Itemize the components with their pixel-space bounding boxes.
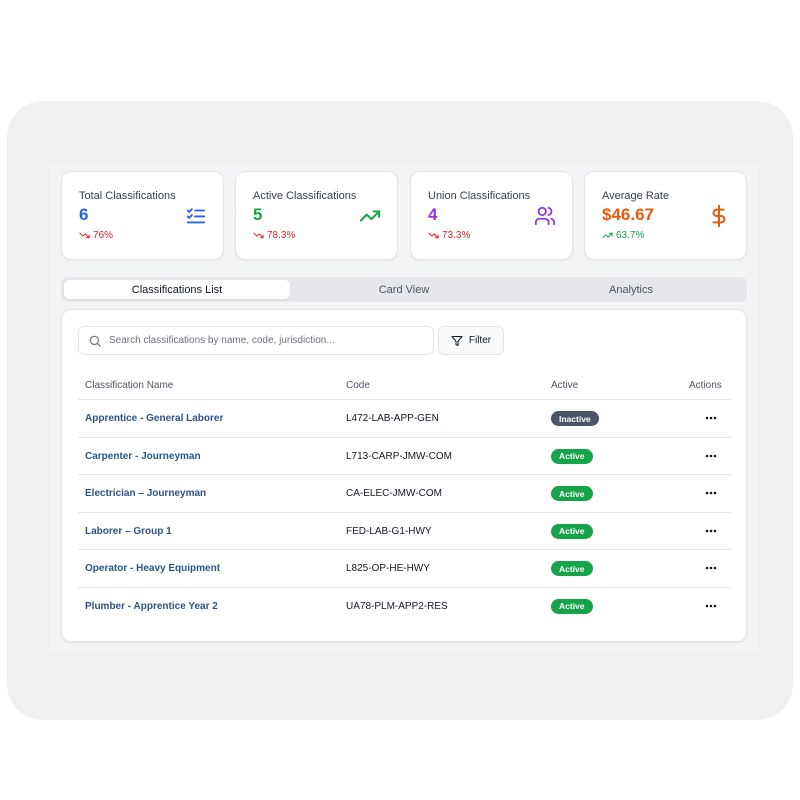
classification-name-link[interactable]: Apprentice - General Laborer — [85, 413, 223, 424]
status-badge: Active — [551, 561, 593, 577]
stat-trend-value: 73.3% — [442, 230, 471, 241]
trending-down-icon — [253, 230, 264, 241]
tab-card-view[interactable]: Card View — [291, 280, 517, 299]
table-row: Laborer – Group 1 FED-LAB-G1-HWY Active — [78, 513, 731, 551]
stats-row: Total Classifications 6 76% Active Class… — [61, 171, 747, 260]
more-horizontal-icon — [705, 604, 717, 608]
search-box — [78, 326, 434, 355]
table-row: Carpenter - Journeyman L713-CARP-JMW-COM… — [78, 438, 731, 476]
checklist-icon — [185, 205, 207, 227]
classification-name-link[interactable]: Operator - Heavy Equipment — [85, 563, 220, 574]
more-horizontal-icon — [705, 416, 717, 420]
stat-card-union-classifications: Union Classifications 4 73.3% — [410, 171, 573, 260]
table-row: Plumber - Apprentice Year 2 UA78-PLM-APP… — [78, 588, 731, 626]
stat-trend: 76% — [79, 230, 113, 241]
more-horizontal-icon — [705, 529, 717, 533]
header-active: Active — [551, 380, 579, 391]
row-actions-button[interactable] — [699, 521, 723, 541]
classification-code: CA-ELEC-JMW-COM — [346, 488, 442, 500]
view-tabs: Classifications List Card View Analytics — [61, 277, 747, 302]
header-classification-name: Classification Name — [85, 380, 174, 391]
trending-up-icon — [602, 230, 613, 241]
table-row: Electrician – Journeyman CA-ELEC-JMW-COM… — [78, 475, 731, 513]
classification-name-link[interactable]: Plumber - Apprentice Year 2 — [85, 601, 218, 612]
stat-trend: 73.3% — [428, 230, 470, 241]
dollar-icon — [708, 205, 730, 227]
search-icon — [88, 334, 102, 348]
header-actions: Actions — [689, 380, 722, 391]
trending-up-icon — [359, 205, 381, 227]
row-actions-button[interactable] — [699, 558, 723, 578]
stat-trend-value: 63.7% — [616, 230, 645, 241]
users-icon — [534, 205, 556, 227]
row-actions-button[interactable] — [699, 483, 723, 503]
filter-button[interactable]: Filter — [438, 326, 504, 355]
more-horizontal-icon — [705, 491, 717, 495]
filter-icon — [451, 335, 463, 347]
stat-title: Average Rate — [602, 190, 670, 202]
header-code: Code — [346, 380, 370, 391]
more-horizontal-icon — [705, 567, 717, 570]
classification-code: L713-CARP-JMW-COM — [346, 450, 452, 462]
stat-value: 5 — [253, 205, 263, 224]
row-actions-button[interactable] — [699, 596, 723, 616]
classification-name-link[interactable]: Electrician – Journeyman — [85, 488, 206, 499]
classification-code: L472-LAB-APP-GEN — [346, 413, 439, 424]
status-badge: Active — [551, 598, 593, 614]
filter-label: Filter — [468, 335, 492, 346]
classifications-panel: Filter Classification Name Code Active A… — [61, 309, 747, 642]
status-badge: Inactive — [551, 411, 599, 426]
stat-value: 4 — [428, 205, 438, 224]
stat-value: $46.67 — [602, 205, 654, 224]
classifications-table: Classification Name Code Active Actions … — [78, 372, 731, 626]
status-badge: Active — [551, 448, 593, 464]
classification-code: FED-LAB-G1-HWY — [346, 525, 432, 537]
tab-analytics[interactable]: Analytics — [518, 280, 744, 299]
classification-code: L825-OP-HE-HWY — [346, 563, 430, 575]
stat-title: Union Classifications — [428, 190, 531, 202]
status-badge: Active — [551, 523, 593, 539]
stat-trend: 63.7% — [602, 230, 644, 241]
stat-title: Active Classifications — [253, 190, 357, 202]
row-actions-button[interactable] — [699, 408, 723, 428]
tab-classifications-list[interactable]: Classifications List — [64, 280, 290, 299]
stat-title: Total Classifications — [79, 190, 176, 202]
search-input[interactable] — [109, 335, 433, 346]
stat-value: 6 — [79, 205, 89, 224]
stat-card-active-classifications: Active Classifications 5 78.3% — [235, 171, 398, 260]
classification-name-link[interactable]: Laborer – Group 1 — [85, 526, 172, 537]
classification-code: UA78-PLM-APP2-RES — [346, 600, 448, 612]
trending-down-icon — [428, 230, 439, 241]
trending-down-icon — [79, 230, 90, 241]
stat-trend-value: 78.3% — [267, 230, 296, 241]
stat-trend: 78.3% — [253, 230, 295, 241]
table-header: Classification Name Code Active Actions — [78, 372, 731, 400]
status-badge: Active — [551, 486, 593, 502]
stat-card-total-classifications: Total Classifications 6 76% — [61, 171, 224, 260]
more-horizontal-icon — [705, 454, 717, 457]
table-row: Apprentice - General Laborer L472-LAB-AP… — [78, 400, 731, 438]
stat-trend-value: 76% — [93, 230, 114, 241]
table-row: Operator - Heavy Equipment L825-OP-HE-HW… — [78, 550, 731, 588]
classification-name-link[interactable]: Carpenter - Journeyman — [85, 451, 201, 462]
row-actions-button[interactable] — [699, 446, 723, 466]
stat-card-average-rate: Average Rate $46.67 63.7% — [584, 171, 747, 260]
